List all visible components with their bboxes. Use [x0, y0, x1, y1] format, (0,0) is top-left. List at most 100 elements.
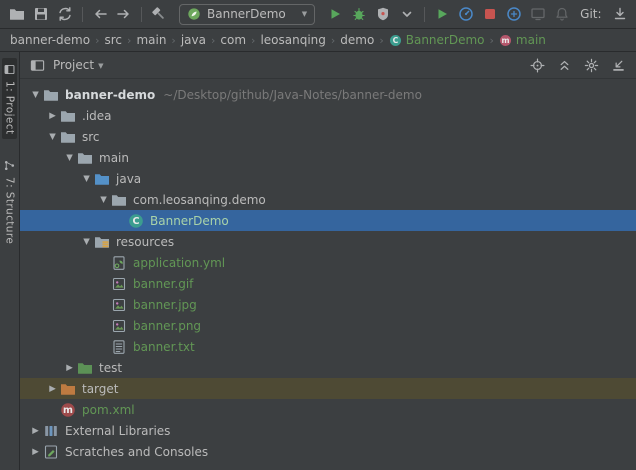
breadcrumb-item[interactable]: C BannerDemo	[389, 33, 485, 47]
open-button[interactable]	[5, 3, 29, 25]
tree-item-label: BannerDemo	[150, 213, 229, 228]
tree-row[interactable]: ▶ target	[20, 378, 636, 399]
tree-row[interactable]: ▼ resources	[20, 231, 636, 252]
coverage-button[interactable]	[371, 3, 395, 25]
run-config-select[interactable]: BannerDemo ▼	[179, 3, 316, 25]
hide-panel-button[interactable]	[611, 58, 626, 73]
project-panel-icon	[30, 58, 45, 73]
tree-row[interactable]: banner.txt	[20, 336, 636, 357]
svg-text:m: m	[63, 405, 73, 416]
tree-item-label: com.leosanqing.demo	[133, 192, 266, 207]
expanded-arrow-icon[interactable]: ▼	[79, 174, 94, 184]
breadcrumb-separator: ›	[489, 33, 494, 47]
tree-row[interactable]: ▼ main	[20, 147, 636, 168]
tree-item-label: banner.png	[133, 318, 202, 333]
settings-button[interactable]	[584, 58, 599, 73]
maven-icon: m	[60, 402, 76, 418]
run-options-chevron[interactable]	[395, 3, 419, 25]
tree-row[interactable]: m pom.xml	[20, 399, 636, 420]
breadcrumb-item[interactable]: m main	[499, 33, 546, 47]
tree-row[interactable]: ▼ com.leosanqing.demo	[20, 189, 636, 210]
breadcrumb-item[interactable]: banner-demo	[10, 33, 90, 47]
tool-window-stripe: 1: Project 7: Structure	[0, 52, 20, 470]
tree-row[interactable]: C BannerDemo	[20, 210, 636, 231]
image-icon	[111, 318, 127, 334]
breadcrumb-separator: ›	[95, 33, 100, 47]
collapsed-arrow-icon[interactable]: ▶	[62, 363, 77, 373]
structure-tab-icon	[3, 159, 16, 172]
git-label: Git:	[580, 7, 602, 21]
breadcrumb-item[interactable]: com	[220, 33, 246, 47]
notifications-button[interactable]	[550, 3, 574, 25]
forward-button[interactable]	[112, 3, 136, 25]
tree-row[interactable]: ▶ External Libraries	[20, 420, 636, 441]
collapsed-arrow-icon[interactable]: ▶	[45, 111, 60, 121]
sync-button[interactable]	[53, 3, 77, 25]
update-project-button[interactable]	[608, 3, 632, 25]
tree-row[interactable]: ▼ java	[20, 168, 636, 189]
tree-item-label: test	[99, 360, 123, 375]
tree-row[interactable]: ▼ src	[20, 126, 636, 147]
tree-item-label: src	[82, 129, 100, 144]
tree-item-label: Scratches and Consoles	[65, 444, 209, 459]
breadcrumb-item[interactable]: src	[105, 33, 123, 47]
tree-row[interactable]: banner.jpg	[20, 294, 636, 315]
tree-row[interactable]: ▶ .idea	[20, 105, 636, 126]
breadcrumb-label: main	[515, 33, 546, 47]
folder-resources-icon	[94, 234, 110, 250]
breadcrumb-item[interactable]: main	[136, 33, 166, 47]
image-icon	[111, 276, 127, 292]
tree-row[interactable]: ▼ banner-demo ~/Desktop/github/Java-Notes/…	[20, 84, 636, 105]
stripe-tab-structure[interactable]: 7: Structure	[2, 154, 17, 249]
txt-icon	[111, 339, 127, 355]
debug-button[interactable]	[347, 3, 371, 25]
collapsed-arrow-icon[interactable]: ▶	[28, 426, 43, 436]
expanded-arrow-icon[interactable]: ▼	[28, 90, 43, 100]
svg-text:C: C	[133, 216, 140, 227]
expanded-arrow-icon[interactable]: ▼	[62, 153, 77, 163]
panel-title[interactable]: Project	[53, 58, 94, 72]
breadcrumb-separator: ›	[127, 33, 132, 47]
tree-item-label: banner.gif	[133, 276, 194, 291]
monitor-button[interactable]	[526, 3, 550, 25]
build-button[interactable]	[147, 3, 171, 25]
expanded-arrow-icon[interactable]: ▼	[96, 195, 111, 205]
tree-item-label: pom.xml	[82, 402, 135, 417]
run-button[interactable]	[323, 3, 347, 25]
chevron-down-icon: ▼	[301, 10, 308, 18]
profiler-button[interactable]	[454, 3, 478, 25]
scratches-icon	[43, 444, 59, 460]
stripe-tab-project[interactable]: 1: Project	[2, 58, 17, 140]
stripe-tab-label: 7: Structure	[3, 177, 16, 245]
tree-item-label: java	[116, 171, 142, 186]
back-button[interactable]	[88, 3, 112, 25]
breadcrumb-label: demo	[340, 33, 375, 47]
tree-row[interactable]: application.yml	[20, 252, 636, 273]
collapsed-arrow-icon[interactable]: ▶	[28, 447, 43, 457]
collapse-all-button[interactable]	[557, 58, 572, 73]
breadcrumb-item[interactable]: leosanqing	[260, 33, 325, 47]
tree-row[interactable]: banner.gif	[20, 273, 636, 294]
expanded-arrow-icon[interactable]: ▼	[45, 132, 60, 142]
save-all-button[interactable]	[29, 3, 53, 25]
services-button[interactable]	[502, 3, 526, 25]
toolbar: BannerDemo ▼ Git:	[0, 0, 636, 29]
breadcrumb-item[interactable]: java	[181, 33, 206, 47]
expanded-arrow-icon[interactable]: ▼	[79, 237, 94, 247]
stripe-tab-label: 1: Project	[3, 81, 16, 135]
tree-row[interactable]: banner.png	[20, 315, 636, 336]
stop-button[interactable]	[478, 3, 502, 25]
breadcrumb-label: java	[180, 33, 206, 47]
yml-icon	[111, 255, 127, 271]
collapsed-arrow-icon[interactable]: ▶	[45, 384, 60, 394]
tree-row[interactable]: ▶ Scratches and Consoles	[20, 441, 636, 462]
breadcrumb-separator: ›	[379, 33, 384, 47]
rerun-button[interactable]	[430, 3, 454, 25]
chevron-down-icon: ▼	[98, 62, 104, 70]
project-tree: ▼ banner-demo ~/Desktop/github/Java-Notes/…	[20, 79, 636, 470]
tree-item-path: ~/Desktop/github/Java-Notes/banner-demo	[163, 87, 422, 102]
breadcrumb-item[interactable]: demo	[340, 33, 374, 47]
tree-row[interactable]: ▶ test	[20, 357, 636, 378]
locate-button[interactable]	[530, 58, 545, 73]
breadcrumb: banner-demo › src › main › java › com › leosanqing…	[0, 29, 636, 52]
